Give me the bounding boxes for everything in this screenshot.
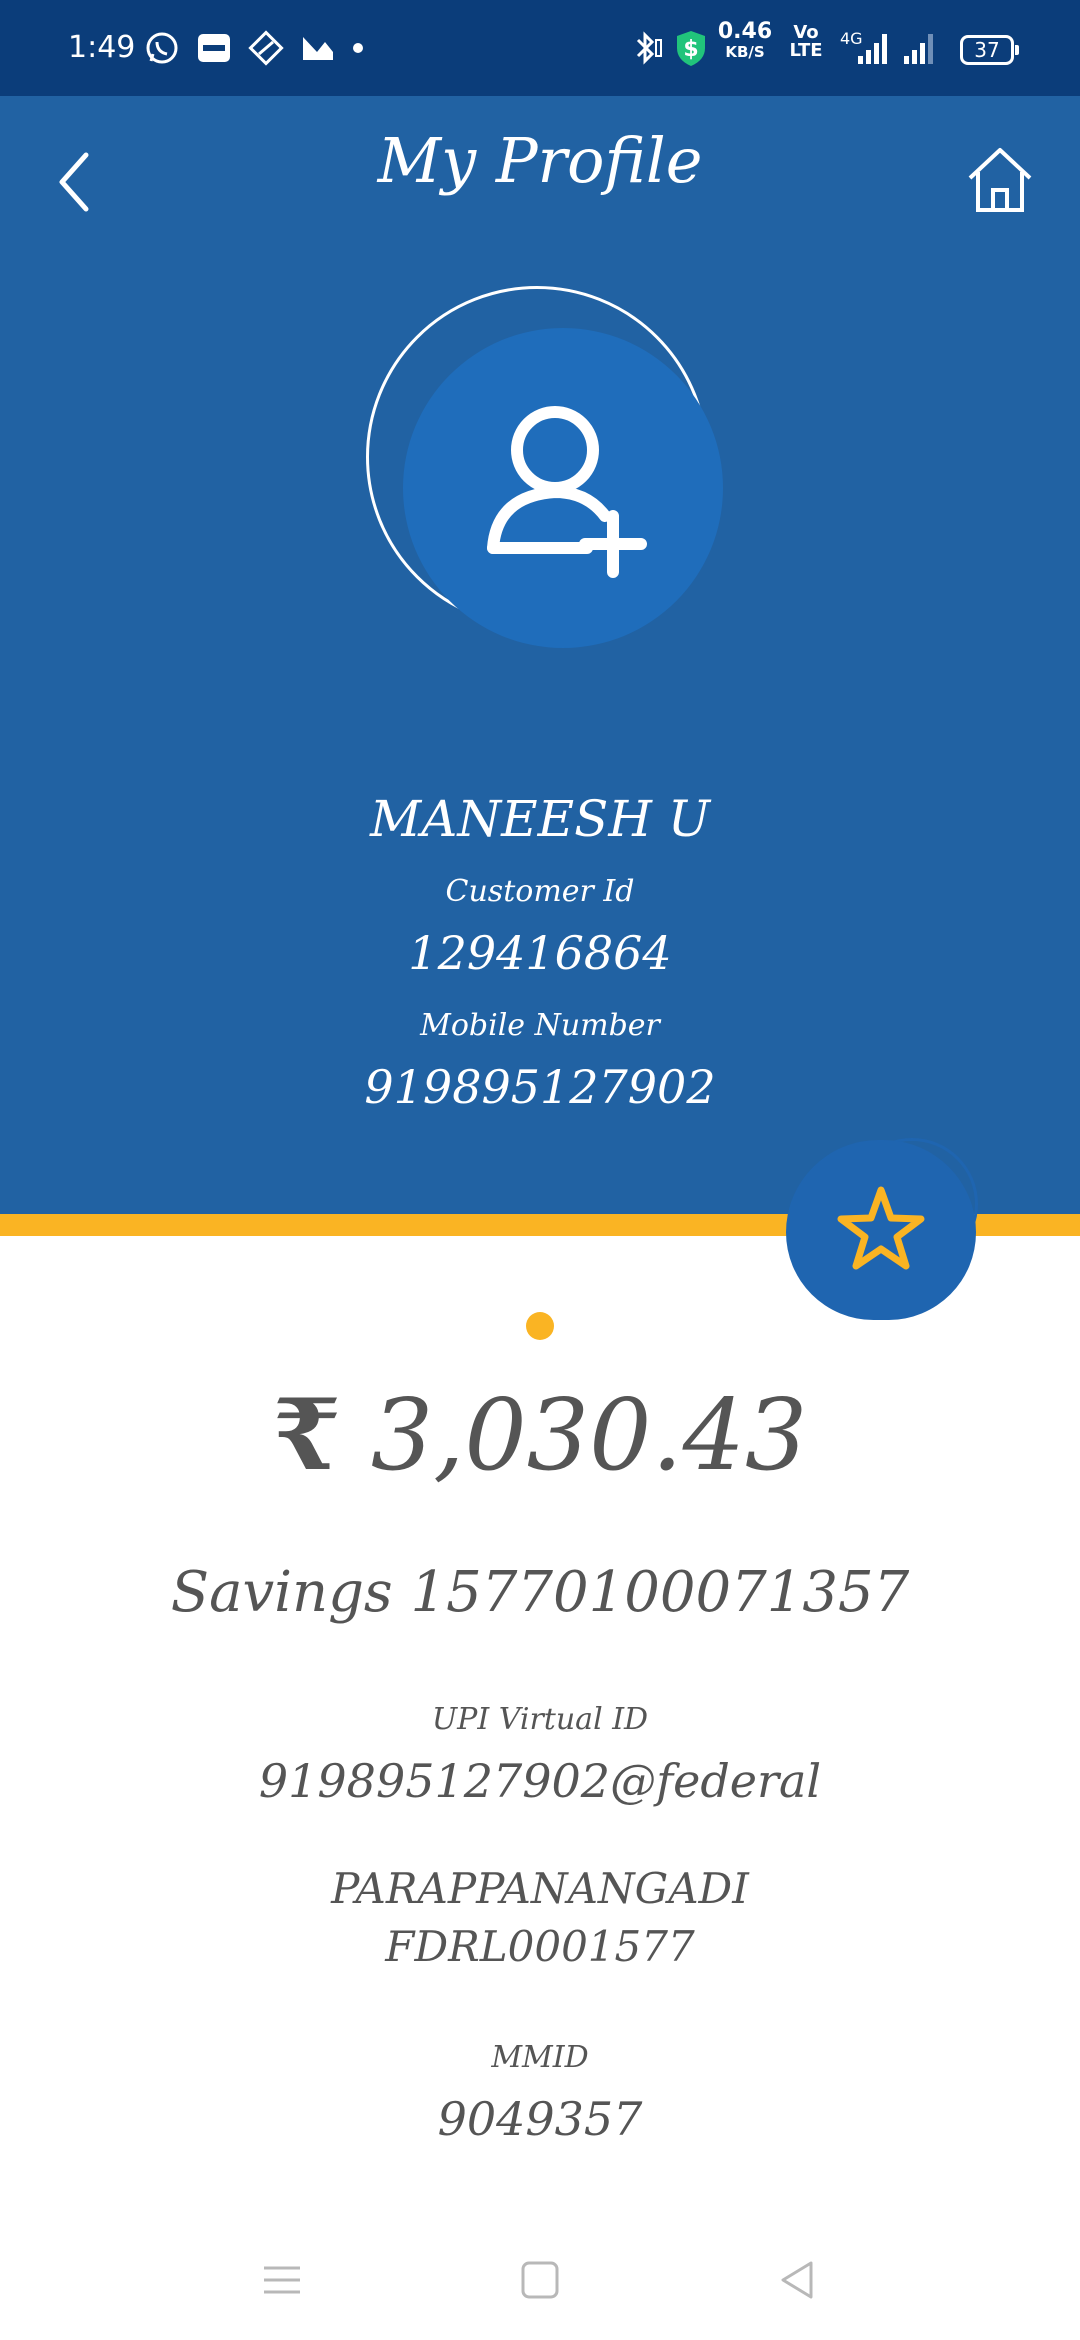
volte-bottom: LTE [789,40,823,61]
account-type-number: Savings 15770100071357 [170,1560,910,1625]
ifsc-code: FDRL0001577 [385,1922,695,1971]
bluetooth-icon [626,26,666,70]
app-icon [246,26,286,70]
upi-id-value: 919895127902@federal [258,1754,822,1808]
vpn-icon: $ [672,26,710,70]
favorite-button[interactable] [786,1140,976,1320]
recent-apps-button[interactable] [247,2245,317,2315]
avatar[interactable] [403,328,723,648]
battery-indicator: 37 [960,35,1019,65]
upi-label: UPI Virtual ID [431,1702,649,1737]
back-triangle-icon [781,2261,813,2299]
mmid-label: MMID [491,2040,589,2075]
branch-name: PARAPPANANGADI [331,1864,749,1913]
home-nav-button[interactable] [505,2245,575,2315]
mmid-value: 9049357 [437,2092,643,2146]
whatsapp-icon [142,26,182,70]
svg-text:$: $ [683,37,698,62]
customer-id-label: Customer Id [445,874,635,909]
balance-amount: 3,030.43 [370,1379,808,1493]
customer-id-value: 129416864 [408,926,672,980]
status-bar: 1:49 $ 0.46 KB/S Vo LTE 4G 37 [0,0,1080,96]
gallery-icon [298,26,338,70]
mobile-number-value: 919895127902 [364,1060,716,1114]
profile-header-panel [0,96,1080,1214]
status-time: 1:49 [68,30,136,65]
user-name: MANEESH U [370,790,710,848]
account-balance: ₹3,030.43 [0,1378,1080,1493]
mobile-number-label: Mobile Number [420,1008,660,1043]
star-icon [837,1186,925,1270]
volte-indicator: Vo LTE [776,24,836,60]
page-indicator-dot [526,1312,554,1340]
home-square-icon [521,2261,559,2299]
home-icon [968,148,1032,212]
network-type: 4G [840,29,863,48]
menu-icon [264,2266,300,2294]
net-speed-unit: KB/S [725,43,765,61]
back-nav-button[interactable] [762,2245,832,2315]
net-speed: 0.46 KB/S [714,19,776,62]
dot-icon [348,26,368,70]
net-speed-value: 0.46 [717,19,773,44]
signal-icon: 4G [836,26,896,70]
home-button[interactable] [960,140,1040,220]
add-user-icon [487,406,647,578]
paytm-icon [194,26,234,70]
page-title: My Profile [377,124,703,197]
signal-icon [900,26,944,70]
currency-symbol: ₹ [272,1378,341,1493]
